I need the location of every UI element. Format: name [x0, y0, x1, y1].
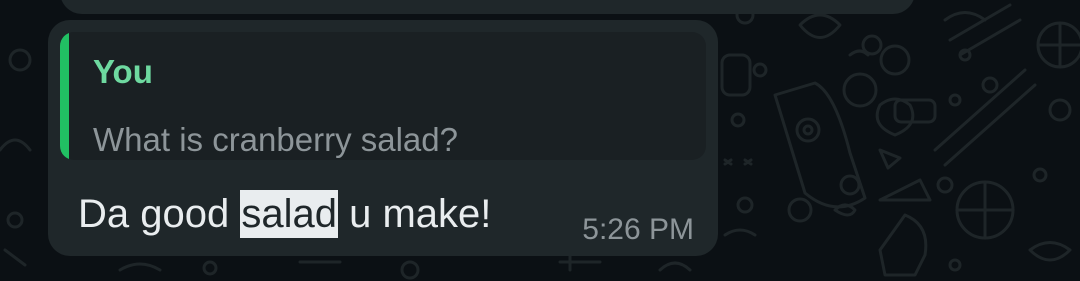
quoted-text: What is cranberry salad?	[93, 121, 458, 158]
message-text[interactable]: Da good salad u make!	[78, 190, 492, 238]
quoted-sender: You	[93, 53, 153, 90]
message-timestamp: 5:26 PM	[582, 213, 694, 246]
message-text-after: u make!	[337, 192, 492, 236]
previous-message-bubble	[60, 0, 915, 14]
quoted-message[interactable]: You What is cranberry salad?	[60, 32, 706, 160]
message-text-before: Da good	[78, 192, 241, 236]
selected-word[interactable]: salad	[240, 190, 338, 238]
message-bubble[interactable]: You What is cranberry salad? Da good sal…	[48, 20, 718, 256]
quote-accent-bar	[60, 32, 69, 160]
